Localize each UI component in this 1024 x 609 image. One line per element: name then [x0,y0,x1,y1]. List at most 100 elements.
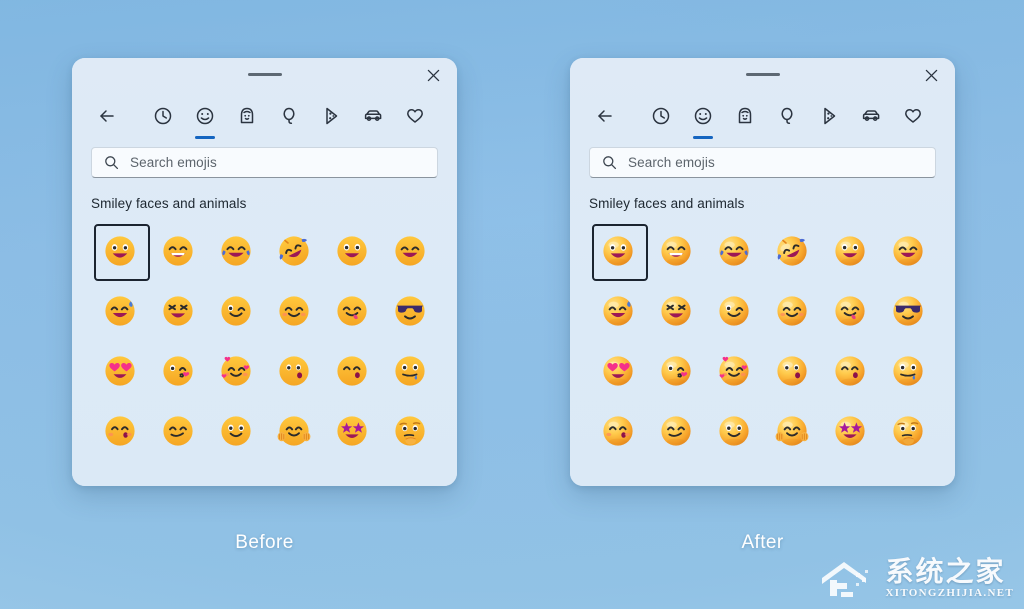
emoji-cell[interactable] [705,341,763,401]
emoji-cell[interactable] [821,281,879,341]
grinning-squinting-face-icon [891,234,925,268]
drooling-face-icon [393,354,427,388]
emoji-cell[interactable] [265,281,323,341]
emoji-cell[interactable] [149,401,207,461]
emoji-cell[interactable] [879,221,937,281]
search-placeholder: Search emojis [130,155,217,170]
emoji-cell[interactable] [705,281,763,341]
close-button[interactable] [917,63,945,87]
emoji-cell[interactable] [323,401,381,461]
emoji-cell[interactable] [821,401,879,461]
face-savoring-food-icon [335,294,369,328]
nav-item-car[interactable] [354,98,391,134]
nav-item-clock[interactable] [144,98,181,134]
panel-body: Search emojis Smiley faces and animals [570,58,955,486]
search-input[interactable]: Search emojis [589,147,936,178]
nav-item-back-arrow[interactable] [88,98,125,134]
smiley-icon [194,105,216,127]
emoji-cell[interactable] [647,341,705,401]
nav-item-clock[interactable] [642,98,679,134]
kissing-face-with-smiling-eyes-icon [601,414,635,448]
nav-item-balloon[interactable] [270,98,307,134]
slightly-smiling-face-icon [717,414,751,448]
emoji-cell[interactable] [705,401,763,461]
emoji-grid [72,211,457,461]
emoji-cell[interactable] [91,401,149,461]
close-icon [427,69,439,81]
emoji-cell[interactable] [821,341,879,401]
nav-item-heart[interactable] [396,98,433,134]
emoji-cell[interactable] [381,221,439,281]
emoji-cell[interactable] [265,221,323,281]
winking-face-icon [717,294,751,328]
nav-item-smiley[interactable] [684,98,721,139]
emoji-picker-panel-after: Search emojis Smiley faces and animals [570,58,955,486]
close-button[interactable] [419,63,447,87]
back-arrow-icon [96,105,118,127]
emoji-cell[interactable] [879,341,937,401]
grinning-face-big-eyes-icon [601,234,635,268]
close-icon [925,69,937,81]
emoji-cell[interactable] [265,401,323,461]
drag-handle[interactable] [745,73,780,76]
emoji-cell[interactable] [207,341,265,401]
emoji-cell[interactable] [381,341,439,401]
emoji-cell[interactable] [207,221,265,281]
emoji-cell[interactable] [879,401,937,461]
thinking-face-icon [393,414,427,448]
drooling-face-icon [891,354,925,388]
grinning-face-icon [335,234,369,268]
nav-item-smiley[interactable] [186,98,223,139]
squinting-face-with-tongue-icon [161,294,195,328]
emoji-cell[interactable] [763,401,821,461]
nav-item-person[interactable] [726,98,763,134]
emoji-cell[interactable] [879,281,937,341]
emoji-cell[interactable] [647,401,705,461]
emoji-cell[interactable] [323,221,381,281]
emoji-cell[interactable] [763,281,821,341]
drag-handle[interactable] [247,73,282,76]
search-input[interactable]: Search emojis [91,147,438,178]
emoji-cell[interactable] [149,281,207,341]
emoji-cell[interactable] [149,221,207,281]
smiling-face-with-hearts-icon [717,354,751,388]
emoji-cell[interactable] [149,341,207,401]
rolling-on-the-floor-laughing-icon [775,234,809,268]
emoji-cell[interactable] [647,281,705,341]
emoji-cell-selected[interactable] [589,221,648,281]
search-icon [602,155,617,170]
emoji-cell[interactable] [381,401,439,461]
emoji-cell[interactable] [589,281,647,341]
person-icon [734,105,756,127]
emoji-cell[interactable] [763,341,821,401]
grinning-face-with-sweat-icon [601,294,635,328]
emoji-cell[interactable] [589,341,647,401]
emoji-cell[interactable] [381,281,439,341]
nav-item-pizza[interactable] [810,98,847,134]
title-bar [72,58,457,91]
nav-item-person[interactable] [228,98,265,134]
kissing-face-with-smiling-eyes-icon [103,414,137,448]
emoji-picker-panel-before: Search emojis Smiley faces and animals [72,58,457,486]
emoji-cell[interactable] [91,281,149,341]
emoji-cell[interactable] [647,221,705,281]
emoji-cell[interactable] [323,341,381,401]
emoji-cell[interactable] [91,341,149,401]
clock-icon [152,105,174,127]
nav-item-back-arrow[interactable] [586,98,623,134]
back-arrow-icon [594,105,616,127]
emoji-cell[interactable] [705,221,763,281]
nav-item-pizza[interactable] [312,98,349,134]
category-navbar [570,91,955,139]
emoji-cell-selected[interactable] [91,221,150,281]
emoji-cell[interactable] [323,281,381,341]
nav-item-balloon[interactable] [768,98,805,134]
emoji-cell[interactable] [763,221,821,281]
nav-item-car[interactable] [852,98,889,134]
emoji-cell[interactable] [207,281,265,341]
nav-item-heart[interactable] [894,98,931,134]
emoji-cell[interactable] [207,401,265,461]
emoji-cell[interactable] [821,221,879,281]
emoji-cell[interactable] [265,341,323,401]
emoji-cell[interactable] [589,401,647,461]
